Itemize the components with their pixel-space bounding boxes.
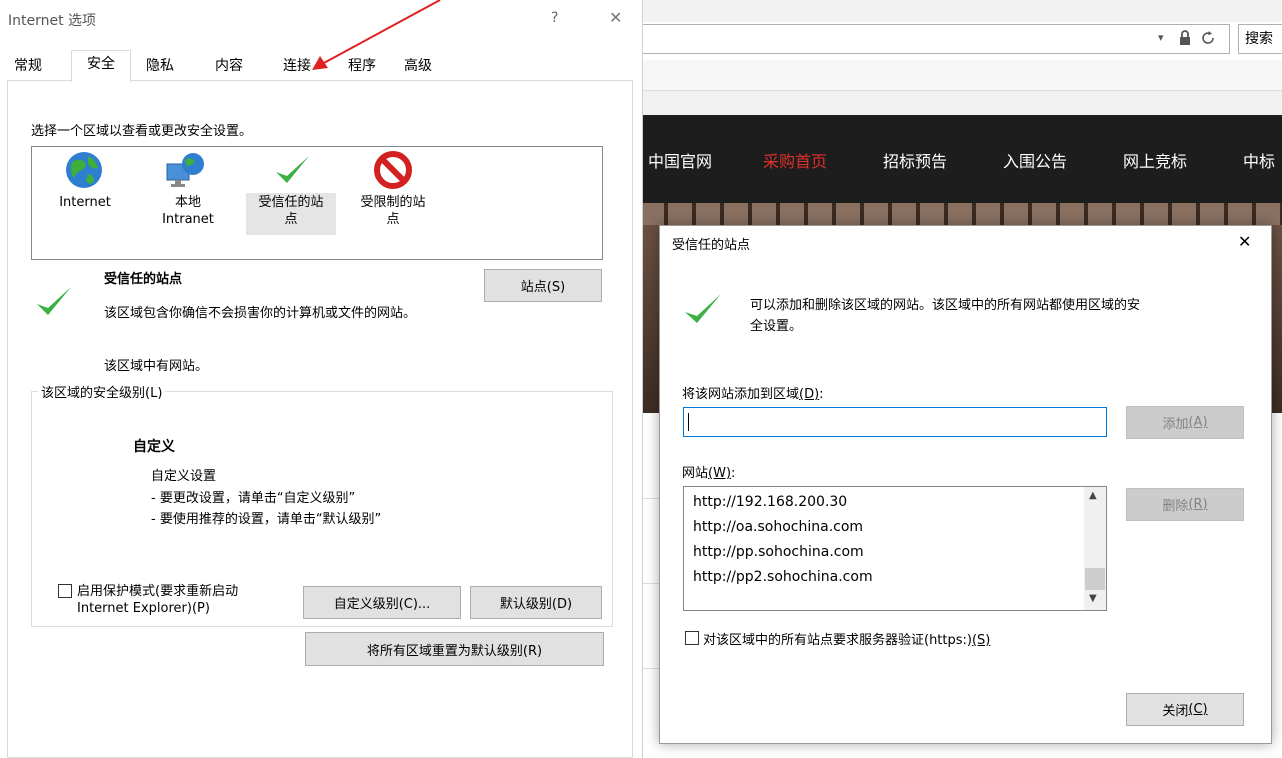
nav-item-tender-preview[interactable]: 招标预告 xyxy=(883,148,947,172)
add-site-label: 将该网站添加到区域(D): xyxy=(682,387,824,402)
zone-label-restricted-sites[interactable]: 受限制的站 点 xyxy=(348,194,438,228)
protected-mode-label-line2[interactable]: Internet Explorer)(P) xyxy=(77,601,210,616)
trusted-sites-info-line1: 可以添加和删除该区域的网站。该区域中的所有网站都使用区域的安 xyxy=(750,298,1141,313)
websites-list-scrollbar[interactable] xyxy=(1084,487,1106,610)
custom-level-button[interactable]: 自定义级别(C)... xyxy=(303,586,461,619)
trusted-sites-info-line2: 全设置。 xyxy=(750,319,803,334)
local-intranet-icon[interactable] xyxy=(163,150,207,190)
trusted-sites-close-icon[interactable]: ✕ xyxy=(1238,232,1251,251)
trusted-sites-title: 受信任的站点 xyxy=(672,238,751,253)
refresh-icon[interactable] xyxy=(1200,30,1216,46)
tab-security[interactable]: 安全 xyxy=(71,50,131,82)
zone-label-local-intranet[interactable]: 本地 Intranet xyxy=(148,194,228,228)
level-desc-line3: - 要使用推荐的设置，请单击“默认级别” xyxy=(151,512,382,527)
reset-all-zones-button[interactable]: 将所有区域重置为默认级别(R) xyxy=(305,632,604,666)
level-desc-line2: - 要更改设置，请单击“自定义级别” xyxy=(151,491,356,506)
tab-privacy[interactable]: 隐私 xyxy=(140,53,180,81)
zone-description: 该区域包含你确信不会损害你的计算机或文件的网站。 xyxy=(104,306,417,321)
list-item[interactable]: http://pp.sohochina.com xyxy=(693,544,864,560)
help-icon[interactable]: ? xyxy=(551,10,558,26)
close-button[interactable]: 关闭 (C) xyxy=(1126,693,1244,726)
tab-general[interactable]: 常规 xyxy=(8,53,48,81)
add-button[interactable]: 添加 (A) xyxy=(1126,406,1244,439)
add-site-input[interactable] xyxy=(683,407,1107,437)
tab-content[interactable]: 内容 xyxy=(206,53,252,81)
nav-item-shortlist-notice[interactable]: 入围公告 xyxy=(1003,148,1067,172)
zone-title: 受信任的站点 xyxy=(104,272,183,287)
protected-mode-label-line1[interactable]: 启用保护模式(要求重新启动 xyxy=(77,580,238,599)
list-item[interactable]: http://oa.sohochina.com xyxy=(693,519,863,535)
dialog-title: Internet 选项 xyxy=(8,13,97,29)
nav-item-award[interactable]: 中标 xyxy=(1243,148,1275,172)
globe-icon[interactable] xyxy=(64,150,104,190)
nav-item-online-bidding[interactable]: 网上竞标 xyxy=(1123,148,1187,172)
security-level-legend: 该区域的安全级别(L) xyxy=(38,382,166,401)
address-field[interactable] xyxy=(640,24,1230,54)
remove-button[interactable]: 删除 (R) xyxy=(1126,488,1244,521)
require-https-label[interactable]: 对该区域中的所有站点要求服务器验证(https:)(S) xyxy=(703,629,990,648)
scroll-thumb[interactable] xyxy=(1085,568,1105,590)
security-level-name: 自定义 xyxy=(133,439,175,455)
prohibited-icon[interactable] xyxy=(373,150,413,190)
nav-item-procurement-home[interactable]: 采购首页 xyxy=(763,148,827,172)
websites-label: 网站(W): xyxy=(682,466,736,481)
list-item[interactable]: http://pp2.sohochina.com xyxy=(693,569,873,585)
require-https-checkbox[interactable] xyxy=(685,631,699,645)
trusted-sites-check-icon xyxy=(685,294,721,323)
scroll-down-icon[interactable]: ▼ xyxy=(1089,593,1097,604)
zone-label-internet[interactable]: Internet xyxy=(45,194,125,211)
level-desc-line1: 自定义设置 xyxy=(151,469,217,484)
browser-tab-strip xyxy=(640,60,1282,91)
trusted-zone-check-icon xyxy=(37,287,71,315)
search-field[interactable]: 搜索 xyxy=(1238,24,1282,54)
lock-icon xyxy=(1180,30,1190,45)
dropdown-arrow-icon[interactable]: ▾ xyxy=(1158,31,1164,44)
text-caret xyxy=(688,413,689,431)
scroll-up-icon[interactable]: ▲ xyxy=(1089,490,1097,501)
default-level-button[interactable]: 默认级别(D) xyxy=(470,586,602,619)
zone-prompt: 选择一个区域以查看或更改安全设置。 xyxy=(31,124,253,139)
protected-mode-checkbox[interactable] xyxy=(58,584,72,598)
sites-button[interactable]: 站点(S) xyxy=(484,269,602,302)
annotation-arrow xyxy=(312,0,441,70)
list-item[interactable]: http://192.168.200.30 xyxy=(693,494,847,510)
zone-label-trusted-sites[interactable]: 受信任的站 点 xyxy=(246,194,336,228)
nav-item-official-site[interactable]: 中国官网 xyxy=(648,148,712,172)
zone-sites-note: 该区域中有网站。 xyxy=(104,359,209,374)
checkmark-icon[interactable] xyxy=(272,150,312,190)
close-icon[interactable]: ✕ xyxy=(609,8,622,27)
